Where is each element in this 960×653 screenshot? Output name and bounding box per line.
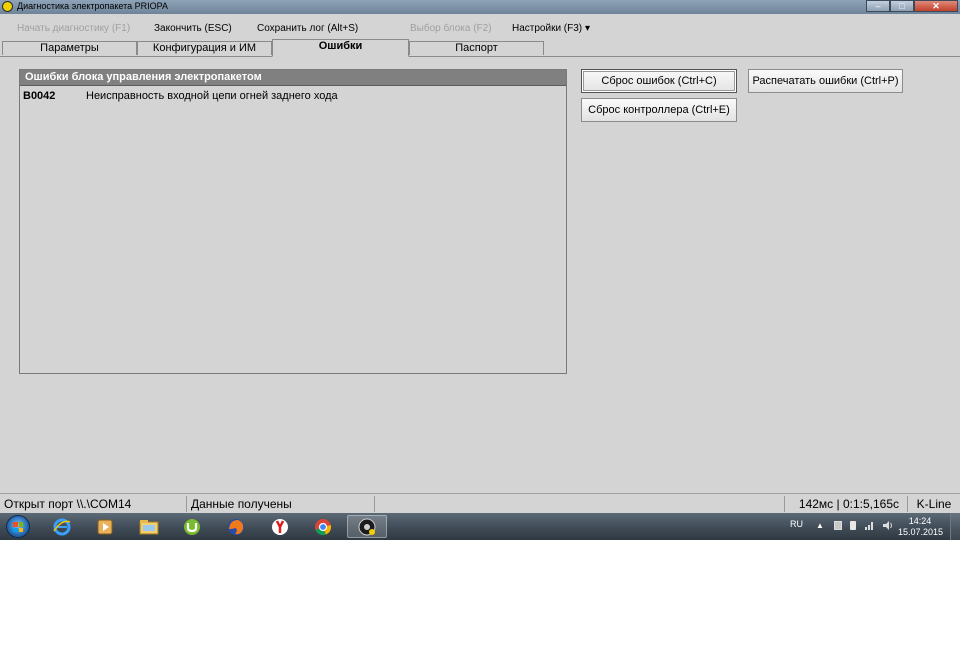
start-button[interactable]: [6, 515, 30, 538]
utorrent-icon[interactable]: [180, 515, 204, 538]
file-explorer-icon[interactable]: [137, 515, 161, 538]
reset-errors-button[interactable]: Сброс ошибок (Ctrl+C): [581, 69, 737, 93]
status-bar: Открыт порт \\.\COM14 Данные получены 14…: [0, 493, 960, 514]
battery-icon[interactable]: [850, 521, 856, 530]
status-port: Открыт порт \\.\COM14: [0, 496, 187, 512]
print-errors-button[interactable]: Распечатать ошибки (Ctrl+P): [748, 69, 903, 93]
tab-errors[interactable]: Ошибки: [272, 39, 409, 57]
error-list-panel: Ошибки блока управления электропакетом B…: [19, 69, 567, 374]
firefox-icon[interactable]: [224, 515, 248, 538]
language-indicator[interactable]: RU: [790, 519, 803, 529]
menu-save-log[interactable]: Сохранить лог (Alt+S): [257, 23, 358, 34]
menu-settings-label: Настройки (F3): [512, 23, 583, 34]
tray-expand-icon[interactable]: ▲: [816, 521, 824, 530]
menu-select-block[interactable]: Выбор блока (F2): [410, 23, 492, 34]
title-bar[interactable]: Диагностика электропакета PRIOРА – □ ✕: [0, 0, 960, 14]
tab-configuration[interactable]: Конфигурация и ИМ: [137, 41, 272, 55]
menu-start-diagnostics[interactable]: Начать диагностику (F1): [17, 23, 130, 34]
clock-date: 15.07.2015: [898, 527, 944, 537]
ie-icon[interactable]: [50, 515, 74, 538]
error-list-header: Ошибки блока управления электропакетом: [20, 70, 566, 86]
error-description: Неисправность входной цепи огней заднего…: [86, 90, 338, 102]
windows-logo-icon: [13, 522, 23, 532]
volume-icon[interactable]: [883, 521, 892, 530]
app-logo-icon: [2, 1, 13, 12]
status-protocol: K-Line: [916, 497, 952, 511]
reset-controller-button[interactable]: Сброс контроллера (Ctrl+E): [581, 98, 737, 122]
tab-strip: Параметры Конфигурация и ИМ Ошибки Паспо…: [0, 39, 960, 57]
status-empty: [375, 496, 785, 512]
application-window: Диагностика электропакета PRIOРА – □ ✕ Н…: [0, 0, 960, 540]
diagnostic-app-icon[interactable]: [347, 515, 387, 538]
tab-passport[interactable]: Паспорт: [409, 41, 544, 55]
menu-settings[interactable]: Настройки (F3) ▾: [512, 23, 590, 34]
media-player-icon[interactable]: [93, 515, 117, 538]
action-center-flag-icon[interactable]: [834, 521, 842, 530]
error-code: B0042: [23, 90, 56, 102]
taskbar: RU ▲ 14:24 15.07.2015: [0, 513, 960, 540]
window-controls: – □ ✕: [866, 0, 958, 12]
show-desktop-button[interactable]: [950, 513, 960, 540]
chrome-icon[interactable]: [311, 515, 335, 538]
minimize-button[interactable]: –: [866, 0, 890, 12]
status-timing: 142мс | 0:1:5,165с: [785, 496, 908, 512]
network-signal-icon[interactable]: [865, 521, 873, 530]
status-data: Данные получены: [187, 496, 375, 512]
maximize-button[interactable]: □: [890, 0, 914, 12]
clock-time: 14:24: [908, 516, 932, 526]
yandex-browser-icon[interactable]: [268, 515, 292, 538]
window-title: Диагностика электропакета PRIOРА: [17, 1, 169, 11]
chevron-down-icon: ▾: [584, 23, 590, 34]
system-clock[interactable]: 14:24 15.07.2015: [898, 516, 944, 538]
close-button[interactable]: ✕: [914, 0, 958, 12]
menu-finish[interactable]: Закончить (ESC): [154, 23, 232, 34]
system-tray: RU ▲ 14:24 15.07.2015: [760, 513, 960, 540]
error-row[interactable]: B0042 Неисправность входной цепи огней з…: [20, 86, 566, 104]
tab-parameters[interactable]: Параметры: [2, 41, 137, 55]
menu-bar: Начать диагностику (F1) Закончить (ESC) …: [0, 17, 960, 39]
